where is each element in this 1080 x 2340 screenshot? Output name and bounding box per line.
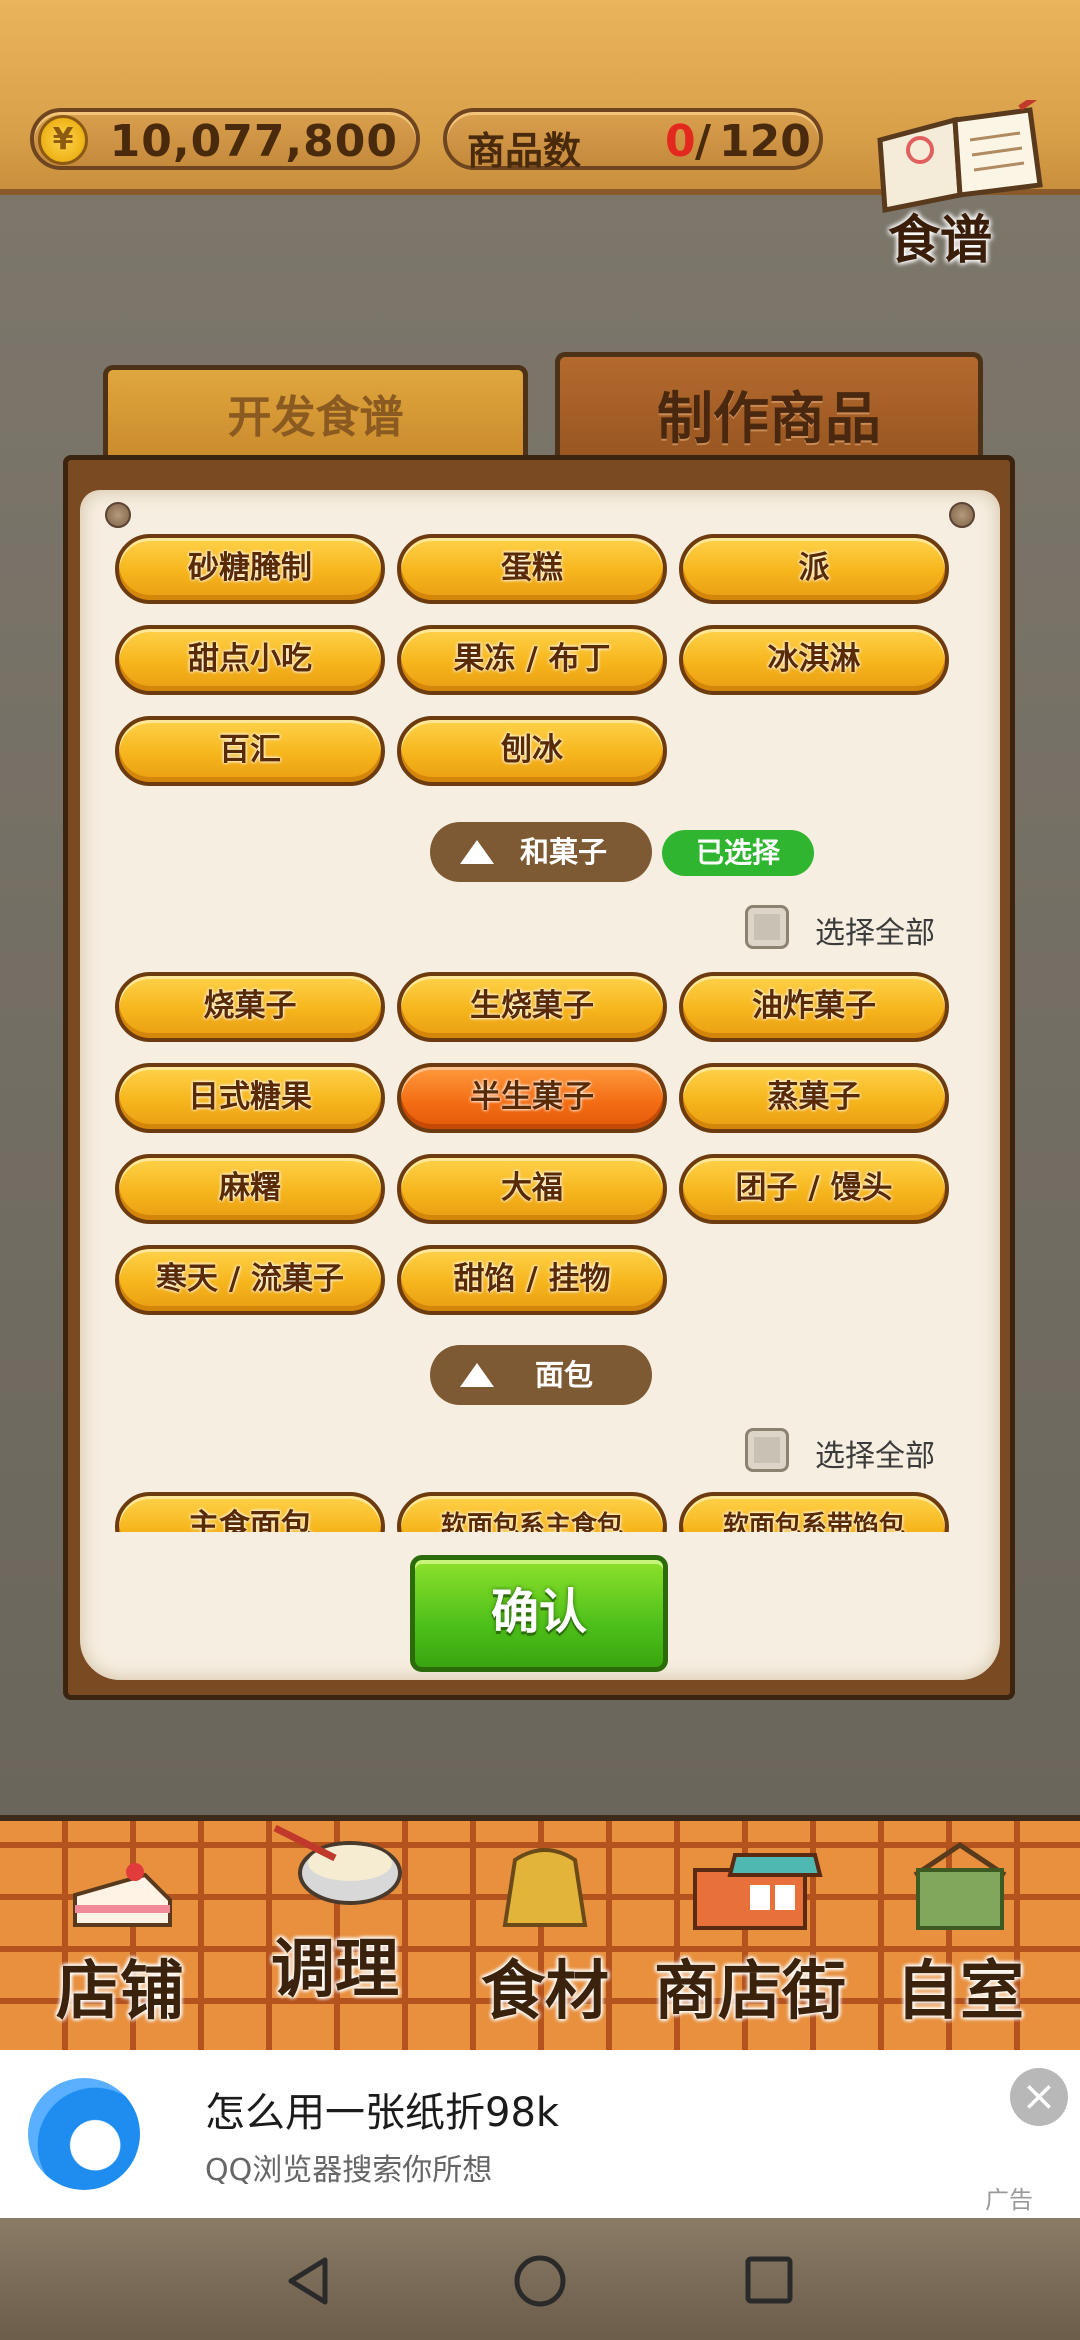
money-amount: 10,077,800 [109,116,398,167]
nav-item-ingredients[interactable]: 食材 [470,1840,620,2032]
ad-tag: 广告 [985,2186,1033,2214]
home-icon[interactable] [512,2253,568,2309]
category-button[interactable]: 油炸菓子 [679,972,949,1042]
category-button[interactable]: 团子 / 馒头 [679,1154,949,1224]
category-button[interactable]: 日式糖果 [115,1063,385,1133]
system-navigation-bar [0,2218,1080,2340]
ad-title: 怎么用一张纸折98k [205,2090,560,2136]
category-button[interactable]: 百汇 [115,716,385,786]
ad-subtitle: QQ浏览器搜索你所想 [205,2153,493,2188]
category-button[interactable]: 主食面包 [115,1492,385,1532]
collapse-arrow-icon [460,1363,494,1387]
category-button[interactable]: 生烧菓子 [397,972,667,1042]
category-button[interactable]: 砂糖腌制 [115,534,385,604]
category-row: 主食面包 软面包系主食包 软面包系带馅包 [115,1492,949,1532]
selected-badge: 已选择 [662,830,814,876]
category-row: 麻糬 大福 团子 / 馒头 [115,1154,949,1224]
shop-icon [693,1853,823,1930]
category-button[interactable]: 刨冰 [397,716,667,786]
nav-label: 食材 [481,1955,609,2029]
recipe-book-button[interactable]: 食谱 [860,95,1060,271]
nav-item-shop[interactable]: 店铺 [40,1860,200,2032]
category-button[interactable]: 甜点小吃 [115,625,385,695]
bottom-nav: 店铺 调理 食材 商店街 自室 [0,1815,1080,2050]
category-list[interactable]: 砂糖腌制 蛋糕 派 甜点小吃 果冻 / 布丁 冰淇淋 百汇 刨冰 和菓子 已选择… [115,520,970,1532]
close-icon[interactable]: × [1010,2068,1068,2126]
nav-item-my-room[interactable]: 自室 [885,1840,1035,2032]
mixing-bowl-icon [273,1824,402,1905]
flour-sack-icon [502,1848,588,1927]
category-button[interactable]: 软面包系主食包 [397,1492,667,1532]
qq-browser-logo-icon [28,2078,140,2190]
coin-icon: ¥ [38,115,88,165]
category-row: 烧菓子 生烧菓子 油炸菓子 [115,972,949,1042]
category-row: 百汇 刨冰 [115,716,667,786]
cake-icon [73,1863,172,1927]
category-button-selected[interactable]: 半生菓子 [397,1063,667,1133]
category-button[interactable]: 冰淇淋 [679,625,949,695]
select-all-checkbox[interactable] [745,1428,789,1472]
product-count-max: 120 [719,116,811,167]
category-row: 甜点小吃 果冻 / 布丁 冰淇淋 [115,625,949,695]
recent-apps-icon[interactable] [743,2254,795,2306]
category-button[interactable]: 寒天 / 流菓子 [115,1245,385,1315]
section-title: 和菓子 [520,835,608,869]
back-icon[interactable] [283,2254,333,2308]
category-row: 砂糖腌制 蛋糕 派 [115,534,949,604]
product-count-current: 0 [665,116,696,167]
staff-only-icon [913,1841,1007,1930]
category-button[interactable]: 果冻 / 布丁 [397,625,667,695]
section-header-wagashi[interactable]: 和菓子 [430,822,652,882]
category-button[interactable]: 蒸菓子 [679,1063,949,1133]
nav-item-shopping-street[interactable]: 商店街 [645,1840,855,2032]
select-all-label: 选择全部 [815,1439,935,1474]
section-title: 面包 [535,1358,594,1392]
money-display: ¥ 10,077,800 [30,108,420,170]
select-all-label: 选择全部 [815,916,935,951]
nav-label: 店铺 [56,1955,184,2029]
nav-label: 调理 [271,1933,399,2007]
category-row: 日式糖果 半生菓子 蒸菓子 [115,1063,949,1133]
section-header-bread[interactable]: 面包 [430,1345,652,1405]
category-button[interactable]: 大福 [397,1154,667,1224]
ad-banner[interactable]: 怎么用一张纸折98k QQ浏览器搜索你所想 [0,2050,1080,2218]
nav-item-cooking[interactable]: 调理 [255,1818,415,2010]
category-button[interactable]: 烧菓子 [115,972,385,1042]
category-button[interactable]: 甜馅 / 挂物 [397,1245,667,1315]
select-all-checkbox[interactable] [745,905,789,949]
category-button[interactable]: 蛋糕 [397,534,667,604]
category-button[interactable]: 麻糬 [115,1154,385,1224]
product-count-display: 商品数 0 / 120 [443,108,823,173]
confirm-button[interactable]: 确认 [410,1555,668,1672]
tab-develop-recipe[interactable]: 开发食谱 [103,365,528,465]
nav-label: 自室 [896,1955,1024,2029]
category-button[interactable]: 派 [679,534,949,604]
product-count-separator: / [695,116,712,167]
collapse-arrow-icon [460,840,494,864]
product-count-label: 商品数 [467,129,582,173]
nav-label: 商店街 [654,1955,846,2029]
recipe-book-label: 食谱 [888,211,993,271]
category-row: 寒天 / 流菓子 甜馅 / 挂物 [115,1245,667,1315]
category-button[interactable]: 软面包系带馅包 [679,1492,949,1532]
